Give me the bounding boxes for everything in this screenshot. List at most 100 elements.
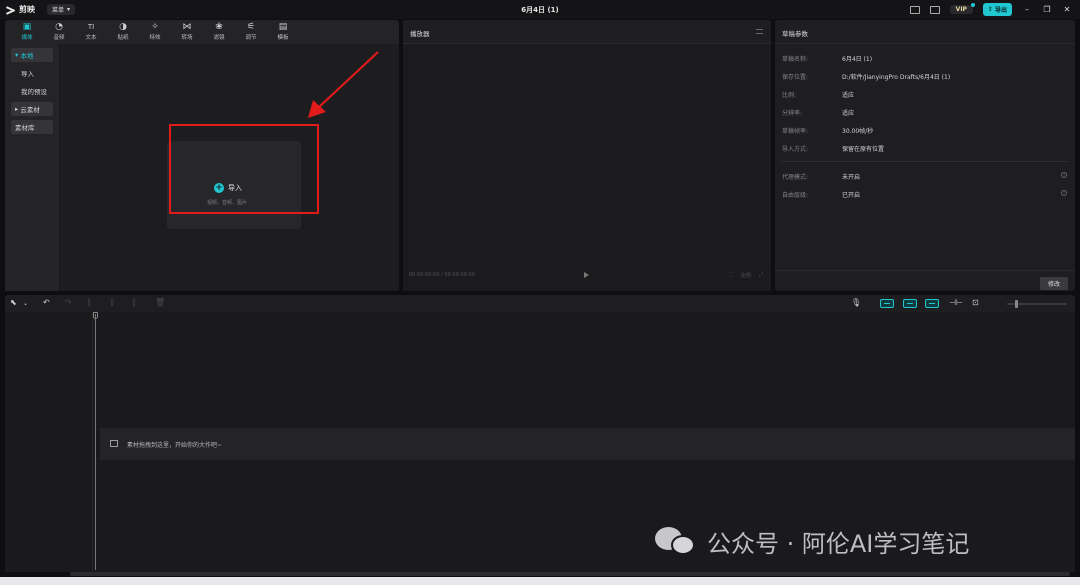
info-icon[interactable]: i <box>1061 172 1067 178</box>
divider <box>782 161 1068 162</box>
chevron-down-icon[interactable]: ⌄ <box>23 300 28 307</box>
minimize-icon[interactable]: – <box>1022 5 1032 14</box>
horizontal-scrollbar[interactable] <box>70 572 1070 576</box>
sidebar-item-label: 素材库 <box>15 124 35 132</box>
restore-icon[interactable]: ❐ <box>1042 5 1052 14</box>
param-row: 草稿名称: 6月4日 (1) <box>782 54 872 63</box>
main-drop-track[interactable]: 素材拖拽到这里，开始你的大作吧~ <box>100 428 1075 460</box>
export-button[interactable]: ⇪ 导出 <box>982 3 1012 16</box>
close-icon[interactable]: ✕ <box>1062 5 1072 14</box>
highlight-box <box>169 124 319 214</box>
delete-icon[interactable]: 🗑 <box>155 298 165 307</box>
title-bar: 剪映 菜单 ▾ 6月4日 (1) VIP ⇪ 导出 – ❐ ✕ <box>0 0 1080 19</box>
tab-effects[interactable]: ✧ 特效 <box>139 20 171 44</box>
sidebar-item-local[interactable]: ▾ 本地 <box>11 48 53 62</box>
transition-icon: ⋈ <box>182 22 192 32</box>
sidebar-item-import[interactable]: 导入 <box>11 66 53 80</box>
zoom-slider-knob[interactable] <box>1015 300 1018 308</box>
param-key: 保存位置: <box>782 74 809 81</box>
tab-audio[interactable]: ◔ 音频 <box>43 20 75 44</box>
ratio-button[interactable]: 比例 <box>741 272 751 279</box>
param-key: 草稿名称: <box>782 56 809 63</box>
media-icon: ▣ <box>22 22 32 32</box>
split-icon[interactable]: ⫿ <box>88 298 91 308</box>
main-track-magnet-button[interactable] <box>880 299 894 308</box>
wechat-icon <box>655 525 699 559</box>
param-value: D:/软件/JianyingPro Drafts/6月4日 (1) <box>842 74 951 81</box>
tab-transition[interactable]: ⋈ 转场 <box>171 20 203 44</box>
vip-button[interactable]: VIP <box>949 3 975 14</box>
player-screen: 00:00:00:00 / 00:00:00:00 ⛶ 比例 ⤢ <box>403 44 771 291</box>
capcut-logo-icon <box>6 6 16 14</box>
tab-label: 模板 <box>277 35 289 41</box>
param-key: 导入方式: <box>782 146 809 153</box>
play-icon[interactable] <box>584 272 589 278</box>
param-key: 比例: <box>782 92 797 99</box>
crop-icon[interactable]: ⛶ <box>729 272 733 279</box>
watermark: 公众号 · 阿伦AI学习笔记 <box>655 524 969 559</box>
sidebar-item-cloud[interactable]: ▸ 云素材 <box>11 102 53 116</box>
menu-button[interactable]: 菜单 ▾ <box>47 4 76 15</box>
audio-icon: ◔ <box>55 22 63 32</box>
auto-snap-button[interactable] <box>903 299 917 308</box>
params-header: 草稿参数 <box>775 20 1075 44</box>
sidebar-item-library[interactable]: 素材库 <box>11 120 53 134</box>
tab-text[interactable]: TI 文本 <box>75 20 107 44</box>
draft-params-panel: 草稿参数 草稿名称: 6月4日 (1) 保存位置: D:/软件/JianyingPr… <box>775 20 1075 291</box>
player-tools: ⛶ 比例 ⤢ <box>729 272 763 279</box>
track-header-column <box>5 312 93 572</box>
tab-media[interactable]: ▣ 媒体 <box>11 20 43 44</box>
param-row: 草稿帧率: 30.00帧/秒 <box>782 126 873 135</box>
drop-hint: 素材拖拽到这里，开始你的大作吧~ <box>127 442 223 449</box>
sticker-icon: ◑ <box>119 22 127 32</box>
microphone-icon[interactable]: 🎙 <box>851 298 861 307</box>
preview-axis-icon[interactable]: ⊣⊢ <box>949 298 963 307</box>
param-key: 代理模式: <box>782 174 809 181</box>
split-right-icon[interactable]: ⫿ <box>133 298 136 308</box>
param-key: 分辨率: <box>782 110 803 117</box>
watermark-text: 公众号 · 阿伦AI学习笔记 <box>707 530 970 558</box>
param-row: 分辨率: 适应 <box>782 108 854 117</box>
tab-label: 贴纸 <box>117 35 129 41</box>
param-row: 代理模式: 未开启 <box>782 172 860 181</box>
param-value: 6月4日 (1) <box>842 56 873 63</box>
zoom-slider[interactable] <box>1007 300 1067 308</box>
app-name: 剪映 <box>19 5 35 14</box>
param-value: 未开启 <box>842 174 861 181</box>
text-icon: TI <box>87 23 95 31</box>
adjust-icon: ⚟ <box>246 22 256 32</box>
upload-icon: ⇪ <box>987 6 993 13</box>
player-title: 播放器 <box>410 30 430 38</box>
tab-label: 调节 <box>245 35 257 41</box>
zoom-fit-icon[interactable]: ⊡ <box>972 298 979 307</box>
media-sidebar: ▾ 本地 导入 我的预设 ▸ 云素材 素材库 <box>5 44 60 291</box>
fullscreen-icon[interactable]: ⤢ <box>759 272 763 279</box>
vip-label: VIP <box>955 6 967 13</box>
sidebar-item-my-presets[interactable]: 我的预设 <box>11 84 53 98</box>
info-icon[interactable]: i <box>1061 190 1067 196</box>
modify-button[interactable]: 修改 <box>1039 277 1068 290</box>
effects-icon: ✧ <box>151 22 159 32</box>
vip-notification-dot <box>970 3 975 7</box>
filter-icon: ❀ <box>215 22 223 32</box>
menu-button-label: 菜单 <box>52 7 65 14</box>
layout-icon[interactable] <box>929 5 940 14</box>
linkage-button[interactable] <box>925 299 939 308</box>
tab-filter[interactable]: ❀ 滤镜 <box>203 20 235 44</box>
bottom-strip <box>0 577 1080 585</box>
split-left-icon[interactable]: ⫿ <box>111 298 114 308</box>
tab-adjust[interactable]: ⚟ 调节 <box>235 20 267 44</box>
tab-label: 文本 <box>85 35 97 41</box>
tab-label: 滤镜 <box>213 35 225 41</box>
playhead-line[interactable] <box>95 314 96 570</box>
param-key: 草稿帧率: <box>782 128 809 135</box>
undo-icon[interactable]: ↶ <box>43 298 50 307</box>
redo-icon[interactable]: ↷ <box>65 298 72 307</box>
tab-label: 音频 <box>53 35 65 41</box>
tab-sticker[interactable]: ◑ 贴纸 <box>107 20 139 44</box>
menu-lines-icon[interactable] <box>756 29 763 34</box>
keyboard-icon[interactable] <box>909 5 920 14</box>
select-cursor-icon[interactable]: ⬉ <box>10 298 17 307</box>
tab-template[interactable]: ▤ 模板 <box>267 20 299 44</box>
tab-label: 媒体 <box>21 35 33 41</box>
